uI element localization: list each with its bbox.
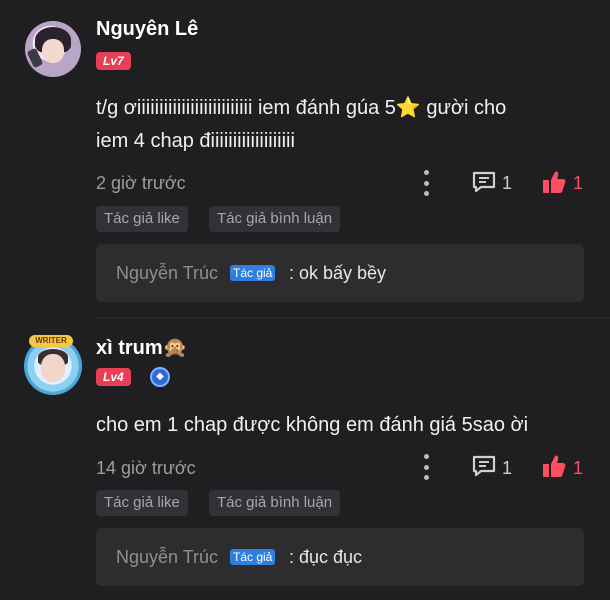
- reply-text: : ok bấy bềy: [289, 263, 387, 283]
- shield-badge-icon: ◆: [150, 367, 170, 387]
- thumbs-up-icon[interactable]: [541, 169, 567, 195]
- timestamp: 2 giờ trước: [96, 173, 186, 193]
- comment-text: t/g ơiiiiiiiiiiiiiiiiiiiiiiiiii iem đánh…: [96, 92, 506, 158]
- username[interactable]: xì trum🙊: [96, 335, 188, 360]
- reply-text: : đục đục: [289, 547, 363, 567]
- author-reply[interactable]: Nguyễn Trúc Tác giả : đục đục: [96, 528, 584, 586]
- like-count: 1: [573, 458, 584, 478]
- thumbs-up-icon[interactable]: [541, 453, 567, 479]
- author-like-tag: Tác giả like: [96, 490, 188, 516]
- more-options-icon[interactable]: [422, 454, 430, 480]
- username[interactable]: Nguyên Lê: [96, 18, 198, 41]
- user-avatar[interactable]: [25, 21, 81, 77]
- comment-line: iem 4 chap điiiiiiiiiiiiiiiiiii: [96, 130, 295, 152]
- writer-frame-label: WRITER: [29, 335, 73, 347]
- reply-author: Nguyễn Trúc: [116, 547, 219, 567]
- timestamp: 14 giờ trước: [96, 458, 196, 478]
- author-comment-tag: Tác giả bình luận: [209, 206, 341, 232]
- author-comment-tag: Tác giả bình luận: [209, 490, 341, 516]
- reply-count: 1: [502, 458, 513, 478]
- comment-line: t/g ơiiiiiiiiiiiiiiiiiiiiiiiiii iem đánh…: [96, 97, 507, 119]
- author-badge: Tác giả: [230, 549, 276, 565]
- comment-icon[interactable]: [471, 454, 497, 478]
- like-count: 1: [573, 173, 584, 193]
- comment-icon[interactable]: [471, 170, 497, 194]
- author-reply[interactable]: Nguyễn Trúc Tác giả : ok bấy bềy: [96, 244, 584, 302]
- author-badge: Tác giả: [230, 265, 276, 281]
- author-like-tag: Tác giả like: [96, 206, 188, 232]
- reply-author: Nguyễn Trúc: [116, 263, 219, 283]
- comment-line: cho em 1 chap được không em đánh giá 5sa…: [96, 414, 529, 436]
- level-badge: Lv7: [96, 52, 131, 70]
- comment-text: cho em 1 chap được không em đánh giá 5sa…: [96, 409, 528, 442]
- comment-divider: [96, 317, 610, 318]
- level-badge: Lv4: [96, 368, 131, 386]
- reply-count: 1: [502, 173, 513, 193]
- more-options-icon[interactable]: [422, 170, 430, 196]
